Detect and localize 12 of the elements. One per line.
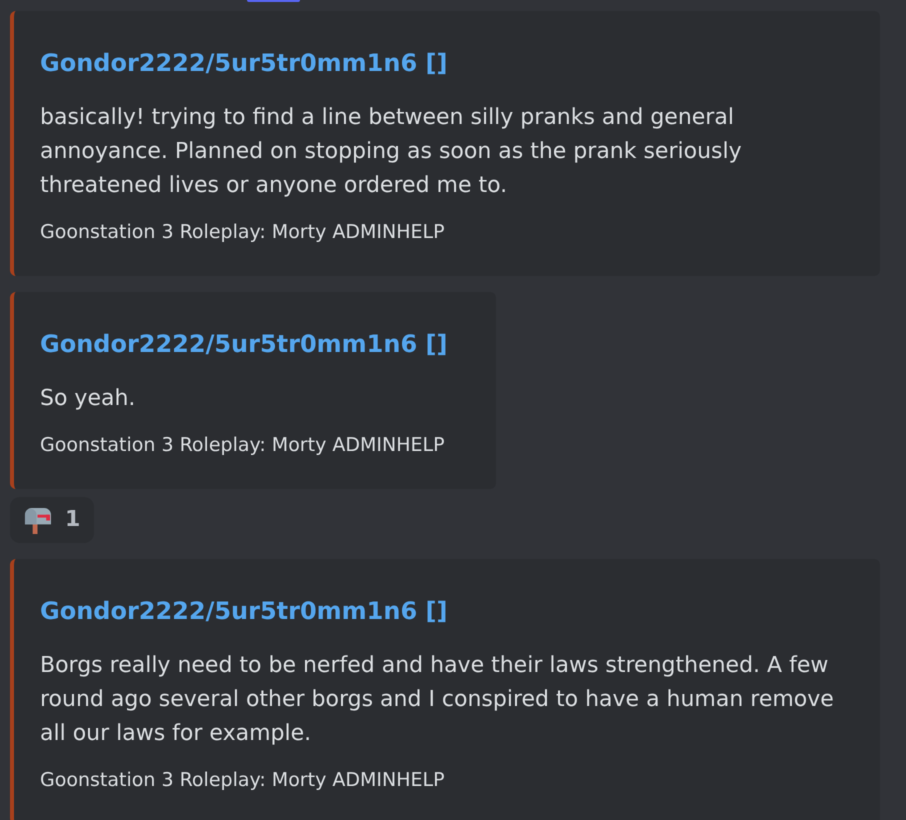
embed-description: So yeah. <box>40 385 136 413</box>
embed-title[interactable]: Gondor2222/5ur5tr0mm1n6 [] <box>40 595 840 627</box>
mailbox-icon <box>23 506 52 534</box>
embed-title[interactable]: Gondor2222/5ur5tr0mm1n6 [] <box>40 47 840 79</box>
embed-footer: Goonstation 3 Roleplay: Morty ADMINHELP <box>40 432 456 458</box>
embed-description: Borgs really need to be nerfed and have their laws strengthened. A few round ago several other borgs and I conspired to have a human remove all our laws for example. <box>40 652 835 748</box>
reaction-button[interactable]: 1 <box>10 497 94 543</box>
embed-footer: Goonstation 3 Roleplay: Morty ADMINHELP <box>40 219 840 245</box>
accent-bar <box>247 0 300 2</box>
embed-description: basically! trying to find a line between silly pranks and general annoyance. Planned on stopping as soon as the prank seriously threatened lives or anyone ordered me to. <box>40 104 743 200</box>
embed-title[interactable]: Gondor2222/5ur5tr0mm1n6 [] <box>40 328 456 360</box>
embed-footer: Goonstation 3 Roleplay: Morty ADMINHELP <box>40 767 840 793</box>
